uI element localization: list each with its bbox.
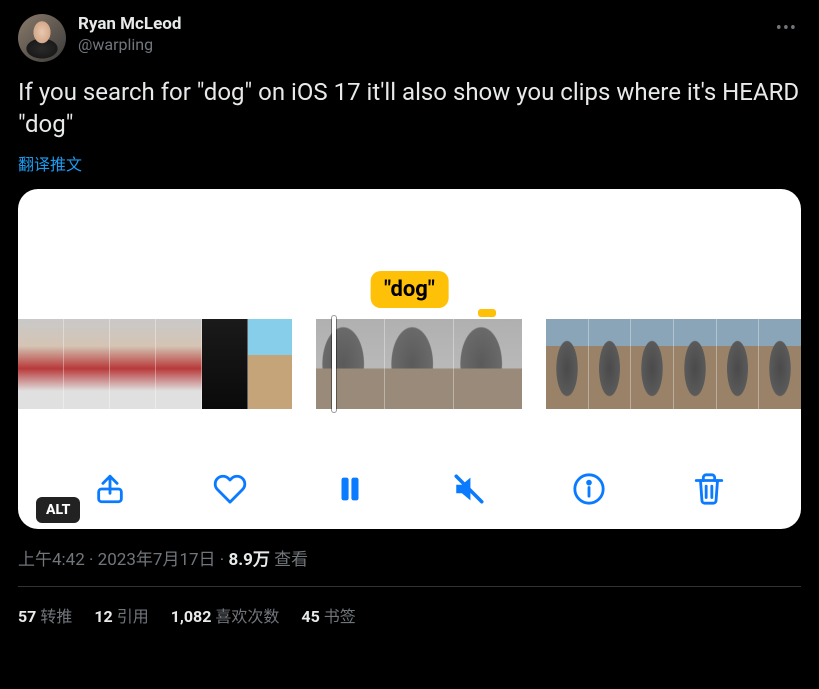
more-options-button[interactable]: ••• (772, 14, 801, 43)
clip-frame (110, 319, 156, 409)
clip-group[interactable] (546, 319, 801, 409)
tweet-time[interactable]: 上午4:42 (18, 550, 85, 570)
clip-frame (454, 319, 522, 409)
share-button[interactable] (90, 469, 130, 509)
quotes-count: 12 (94, 607, 112, 626)
display-name: Ryan McLeod (78, 14, 760, 35)
clip-frame (717, 319, 760, 409)
clip-frame (759, 319, 801, 409)
tweet-stats: 57转推 12 引用 1,082喜欢次数 45 书签 (18, 587, 801, 627)
tweet-date[interactable]: 2023年7月17日 (98, 550, 216, 570)
quotes-stat[interactable]: 12 引用 (94, 603, 148, 627)
media-attachment[interactable]: "dog" (18, 189, 801, 529)
clip-frame (546, 319, 589, 409)
clip-frame (64, 319, 110, 409)
clip-frame (248, 319, 293, 409)
clip-frame (202, 319, 248, 409)
views-count: 8.9万 (228, 550, 269, 570)
retweets-label: 转推 (40, 607, 72, 626)
likes-stat[interactable]: 1,082喜欢次数 (171, 603, 280, 627)
tweet-container: Ryan McLeod @warpling ••• If you search … (0, 0, 819, 641)
video-filmstrip[interactable] (18, 319, 801, 409)
retweets-stat[interactable]: 57转推 (18, 603, 72, 627)
like-button[interactable] (210, 469, 250, 509)
share-icon (93, 472, 127, 506)
search-highlight-label: "dog" (370, 271, 449, 308)
heart-icon (213, 472, 247, 506)
clip-frame (674, 319, 717, 409)
clip-frame (385, 319, 454, 409)
clip-group[interactable] (18, 319, 292, 409)
trash-icon (692, 472, 726, 506)
handle: @warpling (78, 35, 760, 54)
bookmarks-stat[interactable]: 45 书签 (301, 603, 355, 627)
clip-group[interactable] (316, 319, 522, 409)
speaker-muted-icon (452, 472, 486, 506)
views-label: 查看 (274, 550, 308, 570)
delete-button[interactable] (689, 469, 729, 509)
info-button[interactable] (569, 469, 609, 509)
clip-frame (156, 319, 202, 409)
avatar[interactable] (18, 14, 66, 62)
clip-frame (18, 319, 64, 409)
clip-frame (316, 319, 385, 409)
bookmarks-label: 书签 (324, 607, 356, 626)
retweets-count: 57 (18, 607, 36, 626)
translate-link[interactable]: 翻译推文 (18, 151, 801, 175)
clip-frame (589, 319, 632, 409)
pause-icon (333, 472, 367, 506)
tweet-header: Ryan McLeod @warpling ••• (18, 14, 801, 62)
likes-label: 喜欢次数 (215, 607, 279, 626)
bookmarks-count: 45 (301, 607, 319, 626)
media-controls (18, 469, 801, 509)
pause-button[interactable] (330, 469, 370, 509)
playhead[interactable] (332, 316, 336, 412)
alt-badge[interactable]: ALT (36, 497, 80, 523)
tweet-text: If you search for "dog" on iOS 17 it'll … (18, 76, 801, 141)
clip-frame (631, 319, 674, 409)
scrub-marker (478, 309, 496, 317)
quotes-label: 引用 (117, 607, 149, 626)
tweet-meta: 上午4:42 · 2023年7月17日 · 8.9万 查看 (18, 545, 801, 587)
author-block[interactable]: Ryan McLeod @warpling (78, 14, 760, 54)
info-icon (572, 472, 606, 506)
likes-count: 1,082 (171, 607, 212, 626)
mute-button[interactable] (449, 469, 489, 509)
